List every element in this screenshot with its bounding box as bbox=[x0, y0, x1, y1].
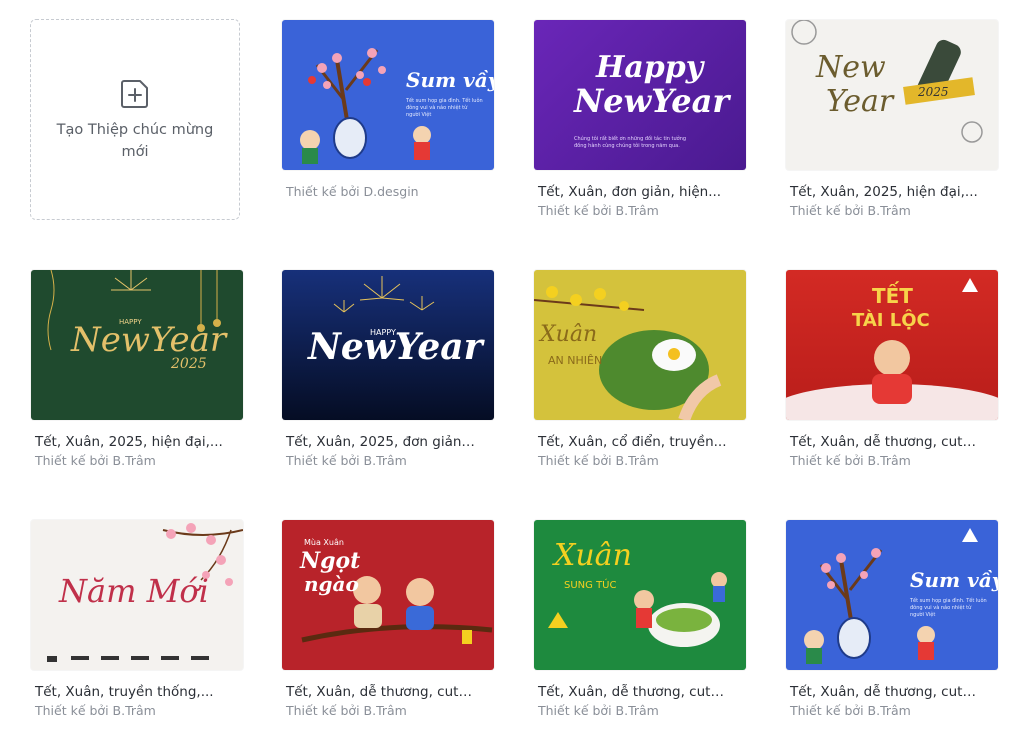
card-item[interactable]: Happy NewYear Chúng tôi rất biết ơn nhữn… bbox=[534, 20, 746, 218]
card-designer: Thiết kế bởi B.Trâm bbox=[286, 703, 407, 718]
card-thumbnail[interactable]: HAPPY NewYear 2025 bbox=[31, 270, 243, 420]
card-item[interactable]: Xuân SUNG TÚC Tết, Xuân, dễ thương, cute… bbox=[534, 520, 746, 718]
card-title: Tết, Xuân, đơn giản, hiện... bbox=[538, 184, 722, 200]
card-title: Tết, Xuân, 2025, hiện đại,... bbox=[790, 184, 978, 200]
card-item[interactable]: Năm Mới Tết, Xuân, truyền thống,... Thiế… bbox=[31, 520, 243, 718]
card-thumbnail[interactable]: Xuân SUNG TÚC bbox=[534, 520, 746, 670]
card-artwork bbox=[300, 48, 431, 164]
card-item[interactable]: TẾT TÀI LỘC Tết, Xuân, dễ thương, cute..… bbox=[786, 270, 998, 468]
card-item[interactable]: Sum vầy Tết sum họp gia đình. Tết luôn đô… bbox=[282, 20, 494, 199]
card-thumbnail[interactable]: Năm Mới bbox=[31, 520, 243, 670]
card-title: Tết, Xuân, 2025, đơn giản,... bbox=[286, 434, 476, 450]
card-thumbnail[interactable]: Sum vầy Tết sum họp gia đình. Tết luôn đô… bbox=[282, 20, 494, 170]
card-title: Tết, Xuân, dễ thương, cute... bbox=[538, 684, 728, 700]
card-item[interactable]: HAPPY NewYear Tết, Xuân, 2025, đơn giản,… bbox=[282, 270, 494, 468]
add-page-icon bbox=[121, 79, 148, 108]
create-card-button[interactable]: Tạo Thiệp chúc mừng mới bbox=[30, 19, 240, 220]
card-thumbnail[interactable]: 2025 New Year bbox=[786, 20, 998, 170]
card-designer: Thiết kế bởi B.Trâm bbox=[286, 453, 407, 468]
card-thumbnail[interactable]: Xuân AN NHIÊN bbox=[534, 270, 746, 420]
create-card-label: Tạo Thiệp chúc mừng mới bbox=[56, 121, 214, 160]
svg-text:2025: 2025 bbox=[917, 85, 949, 99]
card-designer: Thiết kế bởi B.Trâm bbox=[538, 203, 659, 218]
card-item[interactable]: 2025 New Year Tết, Xuân, 2025, hiện đại,… bbox=[786, 20, 998, 218]
card-thumbnail[interactable]: HAPPY NewYear bbox=[282, 270, 494, 420]
card-thumbnail[interactable]: Mùa Xuân Ngọt ngào bbox=[282, 520, 494, 670]
card-item[interactable]: Mùa Xuân Ngọt ngào Tết, Xuân, dễ thương,… bbox=[282, 520, 494, 718]
card-title: Tết, Xuân, 2025, hiện đại,... bbox=[35, 434, 223, 450]
card-designer: Thiết kế bởi B.Trâm bbox=[790, 453, 911, 468]
card-thumbnail[interactable]: TẾT TÀI LỘC bbox=[786, 270, 998, 420]
card-thumbnail[interactable]: Sum vầy Tết sum họp gia đình. Tết luôn đô… bbox=[786, 520, 998, 670]
card-designer: Thiết kế bởi B.Trâm bbox=[35, 703, 156, 718]
card-designer: Thiết kế bởi D.desgin bbox=[286, 184, 419, 199]
card-title: Tết, Xuân, dễ thương, cute... bbox=[790, 684, 980, 700]
card-designer: Thiết kế bởi B.Trâm bbox=[790, 203, 911, 218]
card-title: Tết, Xuân, dễ thương, cute... bbox=[286, 684, 476, 700]
card-title: Tết, Xuân, dễ thương, cute... bbox=[790, 434, 980, 450]
card-title: Tết, Xuân, truyền thống,... bbox=[35, 684, 214, 700]
card-item[interactable]: Xuân AN NHIÊN Tết, Xuân, cổ điển, truyền… bbox=[534, 270, 746, 468]
card-title: Tết, Xuân, cổ điển, truyền... bbox=[538, 434, 727, 450]
card-item[interactable]: HAPPY NewYear 2025 Tết, Xuân, 2025, hiện… bbox=[31, 270, 243, 468]
card-designer: Thiết kế bởi B.Trâm bbox=[790, 703, 911, 718]
card-artwork bbox=[804, 528, 978, 664]
card-item[interactable]: Sum vầy Tết sum họp gia đình. Tết luôn đô… bbox=[786, 520, 998, 718]
card-designer: Thiết kế bởi B.Trâm bbox=[538, 703, 659, 718]
card-thumbnail[interactable]: Happy NewYear Chúng tôi rất biết ơn nhữn… bbox=[534, 20, 746, 170]
card-designer: Thiết kế bởi B.Trâm bbox=[538, 453, 659, 468]
card-designer: Thiết kế bởi B.Trâm bbox=[35, 453, 156, 468]
